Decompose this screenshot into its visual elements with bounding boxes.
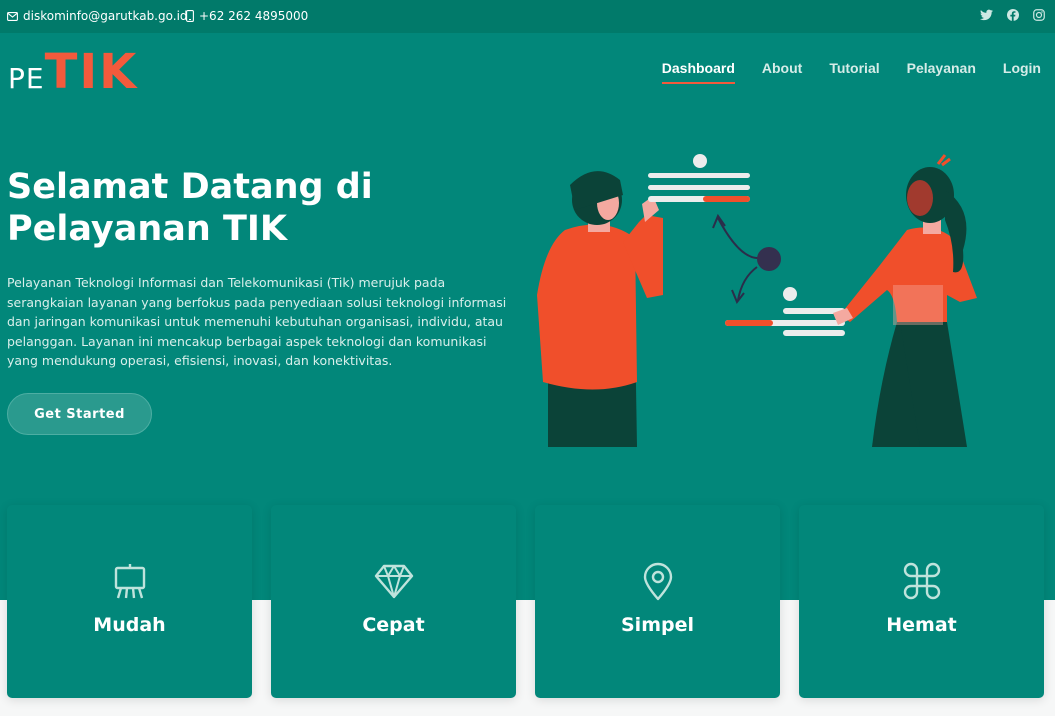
nav-login[interactable]: Login <box>1003 60 1041 84</box>
feature-title: Hemat <box>886 614 957 636</box>
chart-top <box>648 154 750 202</box>
command-icon <box>903 562 941 600</box>
phone-icon <box>186 10 194 22</box>
envelope-icon <box>7 11 18 21</box>
nav-pelayanan[interactable]: Pelayanan <box>907 60 976 84</box>
logo-main: TIK <box>44 44 139 100</box>
site-logo[interactable]: PE TIK <box>8 46 138 96</box>
top-bar: diskominfo@garutkab.go.id +62 262 489500… <box>0 0 1055 33</box>
hero-title-line2: Pelayanan TIK <box>7 209 288 249</box>
instagram-icon[interactable] <box>1033 9 1045 21</box>
man-figure <box>537 171 663 447</box>
logo-prefix: PE <box>8 62 45 95</box>
main-nav: Dashboard About Tutorial Pelayanan Login <box>661 60 1041 84</box>
feature-title: Cepat <box>362 614 425 636</box>
hero-title-line1: Selamat Datang di <box>7 167 373 207</box>
social-links <box>980 9 1045 21</box>
nav-tutorial[interactable]: Tutorial <box>829 60 879 84</box>
feature-card-hemat[interactable]: Hemat <box>799 505 1044 698</box>
easel-icon <box>111 562 149 600</box>
gem-icon <box>374 562 414 600</box>
contact-phone[interactable]: +62 262 4895000 <box>186 9 308 23</box>
nav-dashboard[interactable]: Dashboard <box>661 60 735 84</box>
feature-card-simpel[interactable]: Simpel <box>535 505 780 698</box>
feature-title: Simpel <box>621 614 694 636</box>
woman-figure <box>833 154 977 447</box>
feature-card-cepat[interactable]: Cepat <box>271 505 516 698</box>
feature-cards: Mudah Cepat Simpel Hemat <box>7 505 1044 698</box>
feature-title: Mudah <box>93 614 166 636</box>
facebook-icon[interactable] <box>1007 9 1019 21</box>
email-text: diskominfo@garutkab.go.id <box>23 9 188 23</box>
phone-text: +62 262 4895000 <box>199 9 309 23</box>
contact-email[interactable]: diskominfo@garutkab.go.id <box>7 9 188 23</box>
hero-description: Pelayanan Teknologi Informasi dan Teleko… <box>7 275 507 368</box>
hero-title: Selamat Datang di Pelayanan TIK <box>7 166 487 250</box>
hero-illustration <box>535 150 985 455</box>
nav-about[interactable]: About <box>762 60 802 84</box>
flow-arrows <box>712 213 781 304</box>
get-started-button[interactable]: Get Started <box>7 393 152 435</box>
feature-card-mudah[interactable]: Mudah <box>7 505 252 698</box>
twitter-icon[interactable] <box>980 9 993 21</box>
location-pin-icon <box>642 562 674 601</box>
